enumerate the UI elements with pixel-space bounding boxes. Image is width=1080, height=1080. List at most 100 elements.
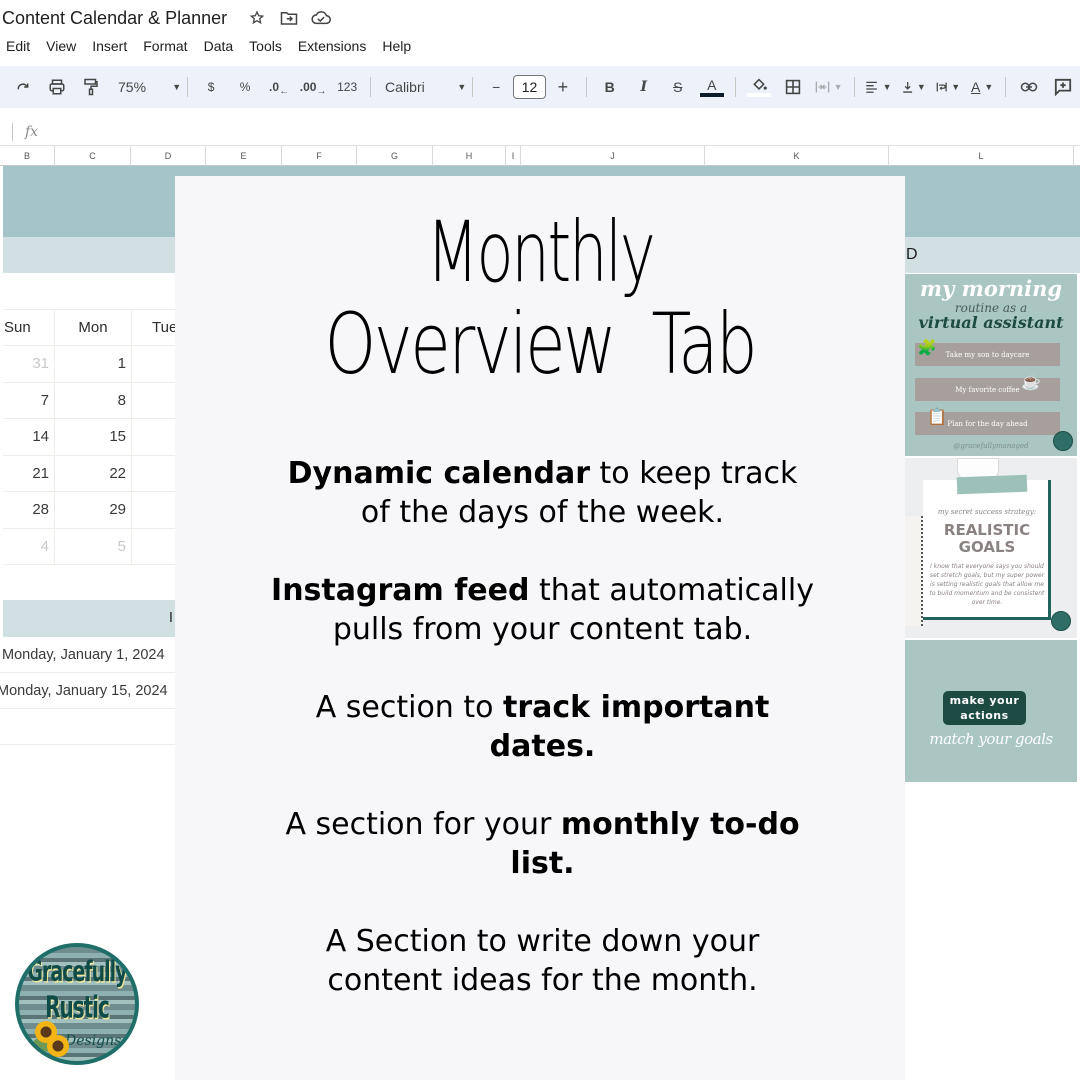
column-header-b[interactable]: B [0,146,55,166]
feature-item: Instagram feed that automatically pulls … [271,573,814,647]
increase-decimal-icon: .00 [299,80,317,94]
important-date-row[interactable]: Monday, January 15, 2024 [0,673,175,709]
increase-decimal-button[interactable]: .00 → [299,73,327,101]
calendar-day-cell[interactable]: 22 [55,455,132,491]
calendar-week-row: 78 [3,382,175,419]
instagram-feed: my morning routine as a virtual assistan… [905,273,1077,782]
column-header-i[interactable]: I [506,146,521,166]
paint-bucket-icon [752,77,767,90]
column-header-h[interactable]: H [433,146,506,166]
column-headers: B C D E F G H I J K L [0,146,1080,166]
formula-input[interactable] [38,120,1080,144]
important-dates-title: I [168,609,173,626]
text-color-button[interactable]: A [699,73,724,101]
italic-button[interactable]: I [632,73,656,101]
move-to-folder-icon[interactable] [279,8,299,28]
menu-view[interactable]: View [46,38,76,54]
calendar-day-cell[interactable]: 8 [55,382,132,418]
insert-comment-button[interactable] [1051,73,1075,101]
cloud-saved-icon[interactable] [311,8,332,28]
menu-edit[interactable]: Edit [6,38,30,54]
important-date-row[interactable]: Monday, January 1, 2024 [0,637,175,673]
number-format-button[interactable]: 123 [335,73,359,101]
strikethrough-button[interactable]: S [666,73,690,101]
document-title[interactable]: Content Calendar & Planner [2,8,227,29]
font-select[interactable]: Calibri ▼ [385,79,466,95]
important-date-row[interactable] [0,709,175,745]
column-header-d[interactable]: D [131,146,206,166]
paint-format-button[interactable] [79,73,103,101]
feature-item: Dynamic calendar to keep track of the da… [287,456,798,530]
text-rotation-button[interactable]: A ▼ [970,73,994,101]
column-header-e[interactable]: E [206,146,282,166]
post-body: I know that everyone says you should set… [929,563,1045,606]
menu-tools[interactable]: Tools [249,38,282,54]
calendar-day-cell[interactable]: 28 [3,492,55,528]
calendar-day-header: Sun [3,310,55,345]
calendar-day-cell[interactable] [132,383,175,419]
column-header-f[interactable]: F [282,146,357,166]
post-title: make your actions [943,691,1026,725]
decrease-font-size-button[interactable]: − [484,73,508,101]
horizontal-align-button[interactable]: ▼ [865,73,892,101]
calendar-day-cell[interactable]: 7 [3,382,55,418]
decrease-decimal-icon: .0 [269,80,280,94]
column-header-g[interactable]: G [357,146,433,166]
redo-button[interactable] [11,73,35,101]
post-title: my morning [919,276,1063,301]
paint-roller-icon [84,78,98,96]
calendar-day-cell[interactable] [132,346,175,382]
currency-format-button[interactable]: $ [199,73,223,101]
calendar-day-cell[interactable]: 5 [55,528,132,564]
menu-format[interactable]: Format [143,38,187,54]
calendar-day-cell[interactable]: 4 [3,528,55,564]
menu-insert[interactable]: Insert [92,38,127,54]
calendar-day-cell[interactable] [132,492,175,528]
menu-help[interactable]: Help [382,38,411,54]
formula-bar: fx [0,118,1080,146]
calendar-day-cell[interactable]: 1 [55,346,132,382]
calendar-day-cell[interactable]: 29 [55,492,132,528]
column-header-l[interactable]: L [889,146,1074,166]
clipboard-icon: 📋 [927,409,947,426]
calendar-day-cell[interactable]: 21 [3,455,55,491]
calendar-day-cell[interactable] [132,529,175,565]
column-header-k[interactable]: K [705,146,889,166]
menu-data[interactable]: Data [204,38,234,54]
menu-extensions[interactable]: Extensions [298,38,366,54]
chevron-down-icon: ▼ [457,82,467,92]
vertical-align-button[interactable]: ▼ [902,73,926,101]
tape-decoration [956,474,1028,495]
calendar-day-cell[interactable]: 14 [3,419,55,455]
calendar-day-cell[interactable]: 31 [3,346,55,382]
column-header-j[interactable]: J [521,146,705,166]
notebook-icon [905,516,923,626]
zoom-select[interactable]: 75% ▼ [118,79,181,95]
calendar-day-cell[interactable] [132,419,175,455]
borders-button[interactable] [781,73,805,101]
zoom-value: 75% [118,79,147,95]
increase-font-size-button[interactable]: + [551,73,575,101]
instagram-post[interactable]: make your actions match your goals [905,640,1077,782]
text-wrap-button[interactable]: ▼ [936,73,960,101]
toolbar-divider [370,77,372,97]
calendar-day-cell[interactable]: 15 [55,419,132,455]
instagram-post[interactable]: my secret success strategy: REALISTIC GO… [905,458,1077,638]
feature-item: A Section to write down your content ide… [325,924,760,998]
instagram-post[interactable]: my morning routine as a virtual assistan… [905,274,1077,456]
insert-link-button[interactable] [1017,73,1041,101]
star-icon[interactable] [247,8,267,28]
toolbar-divider [472,77,474,97]
print-button[interactable] [45,73,69,101]
link-icon [1020,82,1038,92]
calendar-day-cell[interactable] [132,456,175,492]
align-bottom-icon [902,81,912,93]
logo-line1: Gracefully [27,955,127,989]
bold-button[interactable]: B [598,73,622,101]
font-size-input[interactable]: 12 [513,75,546,99]
percent-format-button[interactable]: % [233,73,257,101]
decrease-decimal-button[interactable]: .0 ← [267,73,291,101]
column-header-c[interactable]: C [55,146,131,166]
merge-cells-button[interactable]: ▼ [815,73,843,101]
fill-color-button[interactable] [746,73,771,101]
